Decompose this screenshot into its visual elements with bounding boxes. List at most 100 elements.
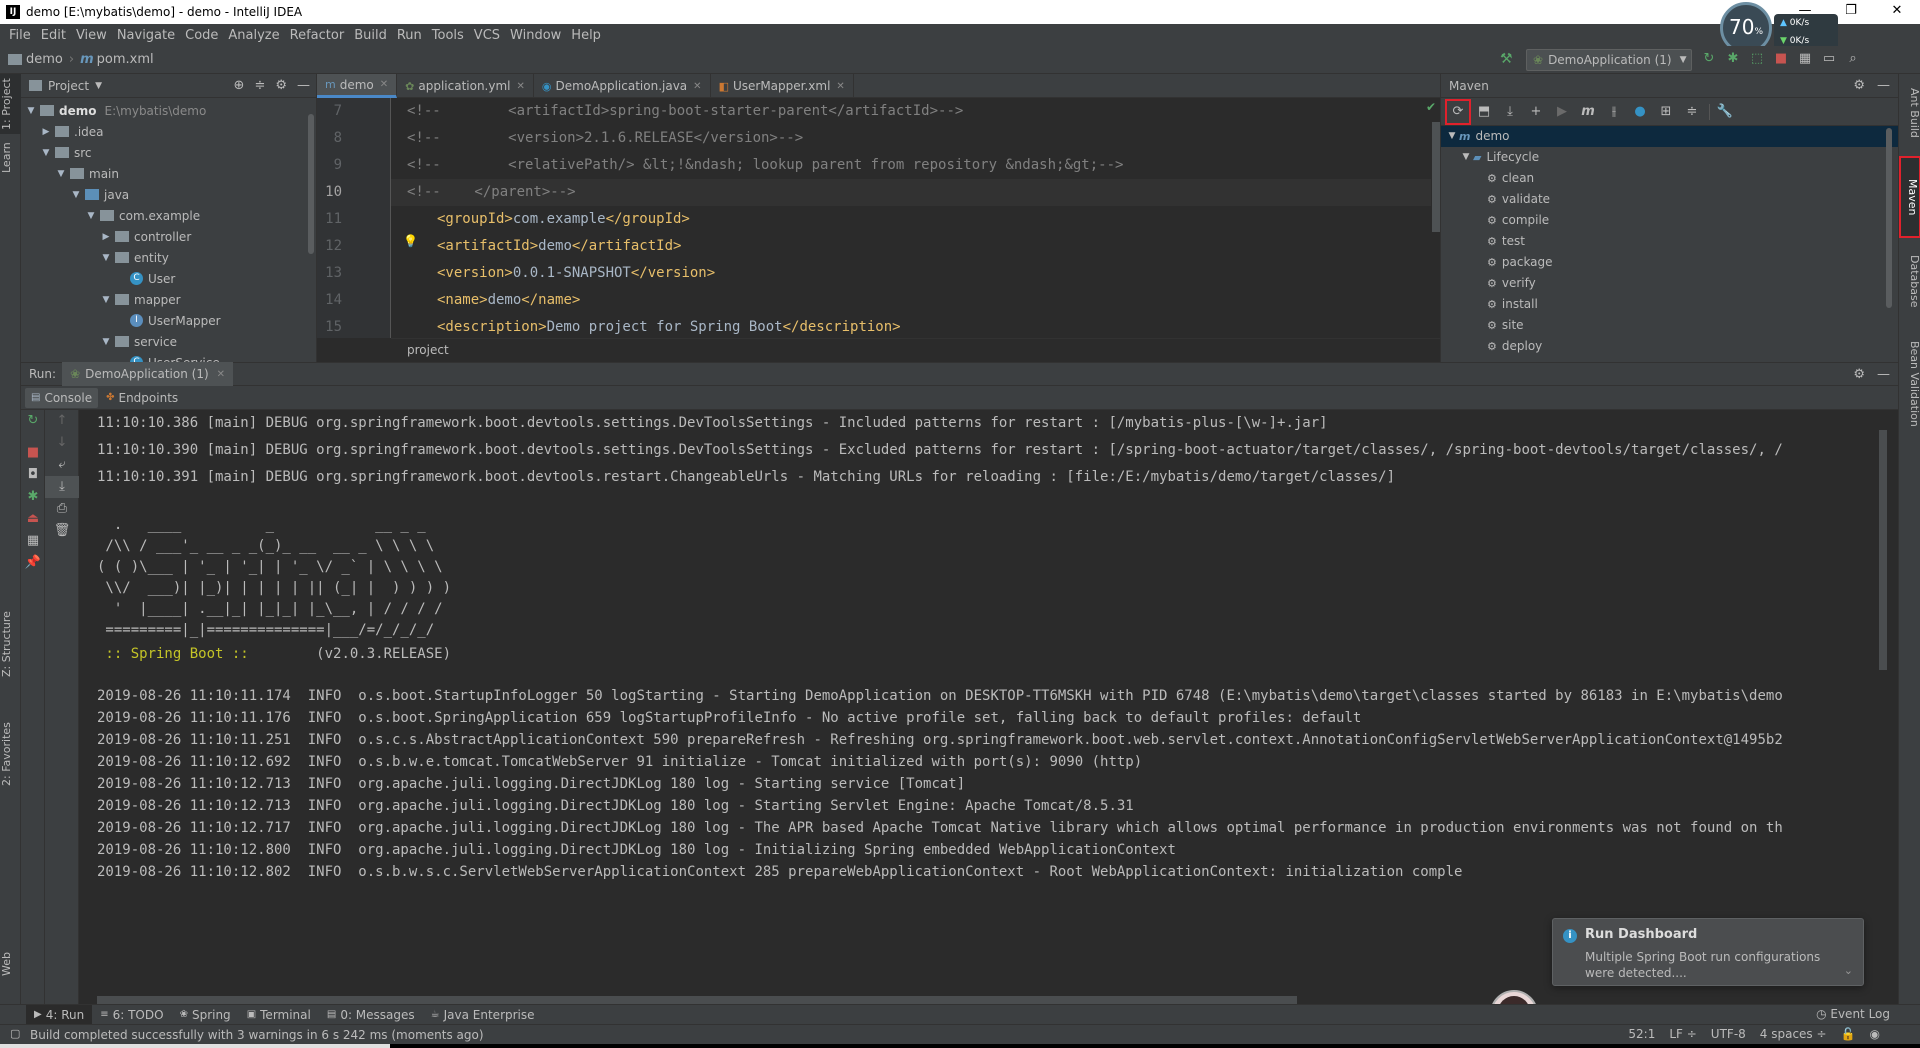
bottom-tab-java-enterprise[interactable]: ☕ Java Enterprise xyxy=(423,1005,543,1025)
tool-tab-ant-build[interactable]: Ant Build xyxy=(1899,78,1920,148)
event-log-button[interactable]: ◷ Event Log xyxy=(1816,1007,1890,1021)
tree-node-service[interactable]: ▼ service xyxy=(21,331,316,352)
tool-tab-structure[interactable]: Z: Structure xyxy=(0,604,21,684)
chevron-down-icon[interactable]: ▼ xyxy=(95,81,102,91)
editor-tab-demoapplication-java[interactable]: ◉ DemoApplication.java ✕ xyxy=(534,74,711,98)
stop-icon[interactable]: ■ xyxy=(1772,50,1790,68)
tree-node-demo[interactable]: ▼ demo E:\mybatis\demo xyxy=(21,100,316,121)
collapse-all-icon[interactable]: ≑ xyxy=(1683,103,1701,121)
xml-breadcrumb[interactable]: project xyxy=(391,338,1440,362)
menu-build[interactable]: Build xyxy=(349,28,392,43)
line-separator[interactable]: LF ÷ xyxy=(1669,1027,1696,1041)
caret-position[interactable]: 52:1 xyxy=(1628,1027,1655,1041)
expand-arrow-icon[interactable]: ▼ xyxy=(1445,126,1459,147)
maven-goal-verify[interactable]: ⚙ verify xyxy=(1441,273,1898,294)
expand-arrow-icon[interactable]: ▼ xyxy=(55,169,67,179)
tree-node-entity[interactable]: ▼ entity xyxy=(21,247,316,268)
project-panel-title[interactable]: Project xyxy=(48,79,89,93)
tree-node-mapper[interactable]: ▼ mapper xyxy=(21,289,316,310)
tool-tab-learn[interactable]: Learn xyxy=(0,138,21,178)
file-encoding[interactable]: UTF-8 xyxy=(1711,1027,1746,1041)
run-icon[interactable]: ▶ xyxy=(1553,103,1571,121)
run-tab[interactable]: ❀ DemoApplication (1) ✕ xyxy=(62,362,234,386)
tree-node-com-example[interactable]: ▼ com.example xyxy=(21,205,316,226)
collapse-all-icon[interactable]: ≑ xyxy=(254,78,265,93)
stop-icon[interactable]: ■ xyxy=(21,442,45,464)
project-scrollbar[interactable] xyxy=(308,114,314,254)
status-window-icon[interactable]: ▢ xyxy=(10,1027,20,1040)
indent-setting[interactable]: 4 spaces ÷ xyxy=(1760,1027,1827,1041)
maven-goal-install[interactable]: ⚙ install xyxy=(1441,294,1898,315)
tab-console[interactable]: ▤ Console xyxy=(25,387,99,408)
tree-node-java[interactable]: ▼ java xyxy=(21,184,316,205)
tool-tab-database[interactable]: Database xyxy=(1899,246,1920,316)
close-icon[interactable]: ✕ xyxy=(217,369,225,380)
editor-scrollbar[interactable] xyxy=(1432,122,1440,232)
maven-goal-clean[interactable]: ⚙ clean xyxy=(1441,168,1898,189)
bottom-tab-4-run[interactable]: ▶ 4: Run xyxy=(26,1004,93,1025)
code-view[interactable]: <!-- <artifactId>spring-boot-starter-par… xyxy=(391,98,1431,338)
wrench-icon[interactable]: 🔧 xyxy=(1716,103,1734,121)
breadcrumb-file[interactable]: pom.xml xyxy=(97,52,154,67)
menu-edit[interactable]: Edit xyxy=(36,28,71,43)
tree-node-user[interactable]: C User xyxy=(21,268,316,289)
menu-window[interactable]: Window xyxy=(505,28,566,43)
download-icon[interactable]: ⤓ xyxy=(1501,103,1519,121)
maven-goal-test[interactable]: ⚙ test xyxy=(1441,231,1898,252)
tool-tab-project[interactable]: 1: Project xyxy=(0,74,21,134)
reimport-icon[interactable]: ⟳ xyxy=(1445,98,1471,125)
trash-icon[interactable]: 🗑 xyxy=(45,520,79,542)
maven-scrollbar[interactable] xyxy=(1886,128,1892,308)
bottom-tab-0-messages[interactable]: ▤ 0: Messages xyxy=(319,1005,423,1025)
up-arrow-icon[interactable]: ↑ xyxy=(45,410,79,432)
expand-arrow-icon[interactable]: ▼ xyxy=(100,253,112,263)
exit-icon[interactable]: ⏏ xyxy=(21,508,45,530)
tree-node--idea[interactable]: ▶ .idea xyxy=(21,121,316,142)
gear-icon[interactable]: ⚙ xyxy=(1853,78,1865,93)
tool-tab-favorites[interactable]: 2: Favorites xyxy=(0,714,21,794)
maven-goal-site[interactable]: ⚙ site xyxy=(1441,315,1898,336)
update-application-icon[interactable]: ✱ xyxy=(21,486,45,508)
search-everywhere-icon[interactable]: ⌕ xyxy=(1844,50,1862,68)
maven-project-node[interactable]: ▼ m demo xyxy=(1441,126,1898,147)
project-structure-icon[interactable]: ▦ xyxy=(1796,50,1814,68)
layout-icon[interactable]: ▭ xyxy=(1820,50,1838,68)
close-icon[interactable]: ✕ xyxy=(517,81,525,92)
execute-goal-icon[interactable]: m xyxy=(1579,103,1597,121)
toggle-offline-icon[interactable]: ⫲ xyxy=(1605,103,1623,121)
rerun-icon[interactable]: ↻ xyxy=(1700,50,1718,68)
add-icon[interactable]: + xyxy=(1527,103,1545,121)
down-arrow-icon[interactable]: ↓ xyxy=(45,432,79,454)
git-icon[interactable]: ◉ xyxy=(1870,1027,1880,1041)
locate-file-icon[interactable]: ⊕ xyxy=(234,78,245,93)
hide-panel-icon[interactable]: — xyxy=(297,78,310,93)
breadcrumb-project[interactable]: demo xyxy=(26,52,63,67)
expand-arrow-icon[interactable]: ▼ xyxy=(1459,147,1473,168)
run-configuration-select[interactable]: ❀ DemoApplication (1) ▼ xyxy=(1526,49,1692,71)
tool-tab-maven[interactable]: Maven xyxy=(1899,156,1920,238)
close-icon[interactable]: ✕ xyxy=(693,81,701,92)
tree-node-main[interactable]: ▼ main xyxy=(21,163,316,184)
scroll-to-end-icon[interactable]: ⤓ xyxy=(45,476,79,498)
tree-node-controller[interactable]: ▶ controller xyxy=(21,226,316,247)
lightbulb-icon[interactable]: 💡 xyxy=(403,234,418,248)
console-output[interactable]: 11:10:10.386 [main] DEBUG org.springfram… xyxy=(79,410,1887,1004)
maven-lifecycle-node[interactable]: ▼ ▰ Lifecycle xyxy=(1441,147,1898,168)
menu-vcs[interactable]: VCS xyxy=(469,28,505,43)
menu-navigate[interactable]: Navigate xyxy=(112,28,180,43)
console-horizontal-scrollbar[interactable] xyxy=(97,996,1297,1004)
hide-panel-icon[interactable]: — xyxy=(1877,78,1890,93)
menu-refactor[interactable]: Refactor xyxy=(285,28,350,43)
close-window-button[interactable]: ✕ xyxy=(1874,0,1920,24)
menu-analyze[interactable]: Analyze xyxy=(223,28,284,43)
tool-tab-web[interactable]: Web xyxy=(0,944,21,984)
expand-arrow-icon[interactable]: ▼ xyxy=(100,295,112,305)
expand-arrow-icon[interactable]: ▼ xyxy=(70,190,82,200)
status-message[interactable]: Build completed successfully with 3 warn… xyxy=(0,1028,484,1042)
skip-tests-icon[interactable]: ● xyxy=(1631,103,1649,121)
rerun-icon[interactable]: ↻ xyxy=(21,410,45,432)
notification-message[interactable]: Multiple Spring Boot run configurations … xyxy=(1585,949,1825,981)
pin-icon[interactable]: 📌 xyxy=(21,552,45,574)
bottom-tab-6-todo[interactable]: ≡ 6: TODO xyxy=(92,1005,171,1025)
lock-icon[interactable]: 🔓 xyxy=(1841,1027,1856,1041)
